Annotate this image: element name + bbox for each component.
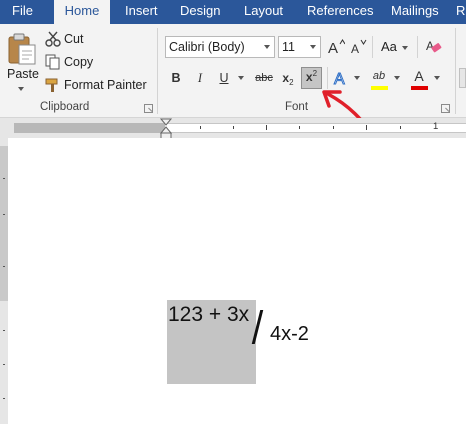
underline-button[interactable]: U [214, 68, 234, 88]
font-size-dropdown-icon[interactable] [310, 45, 316, 49]
text-highlight-button[interactable]: ab [369, 66, 389, 86]
superscript-index-glyph: 2 [312, 69, 318, 78]
tab-design[interactable]: Design [180, 0, 220, 24]
vruler-tick [3, 330, 5, 331]
ruler-tick [200, 126, 201, 129]
font-dialog-launcher-icon[interactable] [441, 104, 450, 113]
ribbon-tab-bar: File Home Insert Design Layout Reference… [0, 0, 466, 24]
vertical-ruler-margin [0, 146, 8, 301]
selected-equation-text[interactable]: 123 + 3x [168, 303, 249, 327]
paste-button[interactable]: Paste [7, 67, 39, 81]
denominator-text[interactable]: 4x-2 [270, 323, 309, 346]
format-painter-icon[interactable] [45, 77, 61, 93]
font-color-bar [411, 86, 428, 90]
svg-text:A: A [426, 39, 434, 53]
subscript-index-glyph: 2 [289, 78, 294, 87]
font-name-value: Calibri (Body) [169, 40, 245, 54]
vruler-tick [3, 266, 5, 267]
shrink-font-icon[interactable]: A [350, 38, 368, 56]
format-painter-button[interactable]: Format Painter [64, 78, 147, 92]
underline-dropdown-icon[interactable] [238, 76, 244, 80]
ruler-left-margin [14, 123, 165, 133]
tab-layout[interactable]: Layout [244, 0, 283, 24]
svg-text:A: A [328, 40, 338, 56]
font-size-value: 11 [282, 40, 295, 54]
subscript-button[interactable]: x2 [278, 68, 298, 88]
ruler-number: 1 [433, 121, 439, 132]
vruler-tick [3, 178, 5, 179]
clipboard-dialog-launcher-icon[interactable] [144, 104, 153, 113]
font-color-dropdown-icon[interactable] [434, 76, 440, 80]
superscript-x-glyph: x [305, 70, 313, 84]
ruler-tick [333, 126, 334, 129]
vruler-tick [3, 364, 5, 365]
cut-button[interactable]: Cut [64, 32, 83, 46]
paragraph-group-edge [459, 68, 466, 88]
font-size-box[interactable]: 11 [278, 36, 321, 58]
tab-home[interactable]: Home [54, 0, 110, 24]
italic-button[interactable]: I [190, 68, 210, 88]
font-name-dropdown-icon[interactable] [264, 45, 270, 49]
svg-text:A: A [351, 42, 359, 56]
font-divider [372, 36, 373, 58]
strikethrough-button[interactable]: abc [252, 68, 276, 88]
tab-review[interactable]: R [456, 0, 465, 24]
ruler-tick [233, 126, 234, 129]
highlight-dropdown-icon[interactable] [394, 76, 400, 80]
ruler-tick [266, 125, 267, 130]
clear-formatting-icon[interactable]: A [425, 37, 443, 55]
grow-font-icon[interactable]: A [327, 38, 345, 56]
ruler-tick [400, 126, 401, 129]
font-divider [417, 36, 418, 58]
tab-references[interactable]: References [307, 0, 373, 24]
tab-file[interactable]: File [12, 0, 33, 24]
copy-button[interactable]: Copy [64, 55, 93, 69]
copy-icon[interactable] [45, 54, 61, 70]
font-color-button[interactable]: A [409, 66, 429, 86]
paste-dropdown-chevron-icon[interactable] [18, 87, 24, 91]
change-case-button[interactable]: Aa [381, 39, 397, 54]
vruler-tick [3, 398, 5, 399]
indent-marker-icon[interactable] [160, 118, 172, 140]
tab-mailings[interactable]: Mailings [391, 0, 439, 24]
clipboard-group-label: Clipboard [40, 101, 90, 113]
group-divider [455, 28, 456, 114]
cut-icon[interactable] [45, 31, 61, 47]
font-name-box[interactable]: Calibri (Body) [165, 36, 275, 58]
vruler-tick [3, 214, 5, 215]
text-effects-dropdown-icon[interactable] [354, 76, 360, 80]
change-case-dropdown-icon[interactable] [402, 46, 408, 50]
group-divider [157, 28, 158, 114]
ruler-tick [299, 126, 300, 129]
ruler-tick [366, 125, 367, 130]
tab-insert[interactable]: Insert [125, 0, 158, 24]
bold-button[interactable]: B [166, 68, 186, 88]
font-group-label: Font [285, 101, 309, 113]
paste-icon[interactable] [7, 32, 37, 66]
